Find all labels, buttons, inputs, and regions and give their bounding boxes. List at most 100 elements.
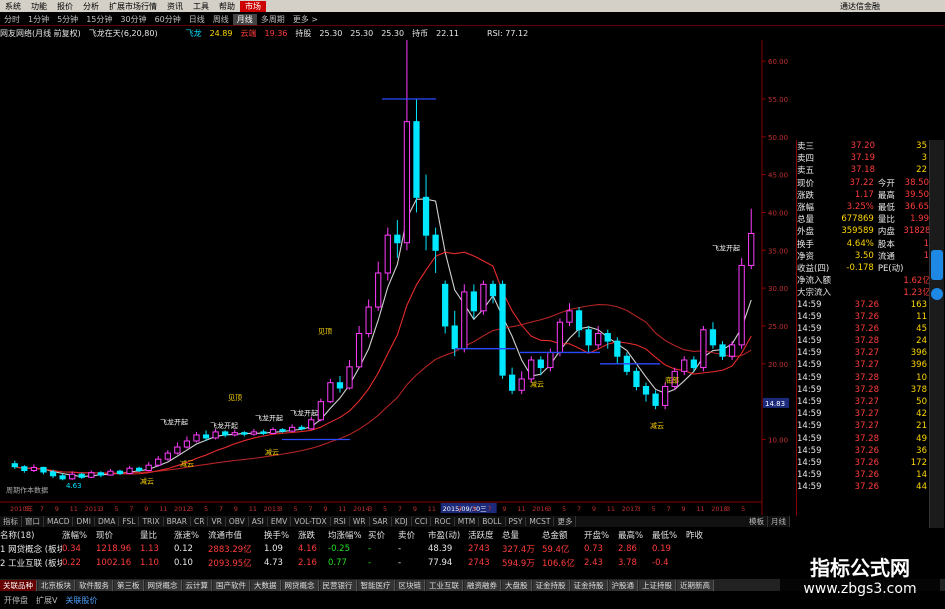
template-button[interactable]: 模板 bbox=[746, 516, 768, 527]
side-scrollbar[interactable] bbox=[929, 140, 944, 576]
indicator-tab[interactable]: MACD bbox=[44, 517, 74, 526]
indicator-tab[interactable]: ROC bbox=[431, 517, 455, 526]
status-item[interactable]: 关联股价 bbox=[61, 595, 101, 606]
table-header-cell[interactable]: 买价 bbox=[368, 529, 398, 541]
sector-tab[interactable]: 大数据 bbox=[251, 579, 281, 591]
menu-item-market[interactable]: 市场 bbox=[240, 0, 266, 12]
menu-item-quote[interactable]: 报价 bbox=[52, 1, 78, 12]
sector-tab[interactable]: 近期新高 bbox=[677, 579, 714, 591]
indicator-tab[interactable]: BRAR bbox=[164, 517, 192, 526]
period-tab[interactable]: 15分钟 bbox=[82, 14, 116, 25]
status-item[interactable]: 扩展V bbox=[32, 595, 61, 606]
indicator-tab[interactable]: EMV bbox=[268, 517, 292, 526]
sector-tab[interactable]: 民营银行 bbox=[319, 579, 357, 591]
sector-tab[interactable]: 北京板块 bbox=[38, 579, 75, 591]
table-header-cell[interactable]: 量比 bbox=[140, 529, 174, 541]
table-header-cell[interactable]: 市盈(动) bbox=[428, 529, 468, 541]
menu-item-analysis[interactable]: 分析 bbox=[78, 1, 104, 12]
sector-tab[interactable]: 关联品种 bbox=[0, 579, 37, 591]
sector-tab[interactable]: 软件服务 bbox=[76, 579, 113, 591]
table-header-cell[interactable]: 现价 bbox=[96, 529, 140, 541]
x-tick-label: 11 bbox=[428, 505, 436, 513]
table-header-cell[interactable]: 均涨幅% bbox=[328, 529, 368, 541]
sector-tab[interactable]: 第三板 bbox=[114, 579, 144, 591]
table-header-cell[interactable]: 活跃度 bbox=[468, 529, 502, 541]
share-icon[interactable] bbox=[931, 288, 943, 300]
indicator-tab[interactable]: CCI bbox=[412, 517, 432, 526]
candlestick-chart[interactable]: 60.00 55.00 50.00 45.00 40.00 35.00 30.00 25.00… bbox=[0, 40, 790, 515]
indicator-tab[interactable]: ASI bbox=[249, 517, 268, 526]
indicator-tab[interactable]: VOL-TDX bbox=[291, 517, 331, 526]
menu-item-function[interactable]: 功能 bbox=[26, 1, 52, 12]
sector-tab[interactable]: 证金持股 bbox=[532, 579, 570, 591]
indicator-tab[interactable]: PSY bbox=[506, 517, 527, 526]
sector-tab[interactable]: 大盘股 bbox=[502, 579, 532, 591]
menu-item-help[interactable]: 帮助 bbox=[214, 1, 240, 12]
table-header-cell[interactable]: 开盘% bbox=[584, 529, 618, 541]
period-tab[interactable]: 5分钟 bbox=[53, 14, 82, 25]
table-header-cell[interactable]: 换手% bbox=[264, 529, 298, 541]
table-cell: 1.13 bbox=[140, 544, 159, 554]
period-tab[interactable]: 周线 bbox=[209, 14, 233, 25]
candle-body bbox=[489, 283, 497, 297]
indicator-tab[interactable]: OBV bbox=[226, 517, 249, 526]
table-header-cell[interactable]: 涨幅% bbox=[62, 529, 96, 541]
candle-body bbox=[308, 419, 315, 430]
sector-tab[interactable]: 区块链 bbox=[395, 579, 425, 591]
menu-item-info[interactable]: 资讯 bbox=[162, 1, 188, 12]
table-header-cell[interactable]: 流通市值 bbox=[208, 529, 264, 541]
indicator-tab[interactable]: KDJ bbox=[392, 517, 412, 526]
period-tab[interactable]: 1分钟 bbox=[24, 14, 53, 25]
sector-tab[interactable]: 智能医疗 bbox=[357, 579, 395, 591]
sector-tab[interactable]: 融资融券 bbox=[464, 579, 501, 591]
indicator-tab-more[interactable]: 更多 bbox=[554, 516, 577, 527]
table-header-cell[interactable]: 名称(18) bbox=[0, 529, 62, 541]
trade-row: 14:59 37.27 396 bbox=[797, 347, 929, 359]
indicator-tab[interactable]: FSL bbox=[119, 517, 140, 526]
period-tab[interactable]: 日线 bbox=[185, 14, 209, 25]
period-label[interactable]: 月线 bbox=[768, 516, 790, 527]
indicator-tab[interactable]: BOLL bbox=[479, 517, 506, 526]
period-tab[interactable]: 60分钟 bbox=[151, 14, 185, 25]
indicator-tab[interactable]: VR bbox=[208, 517, 226, 526]
sector-tab[interactable]: 网贷概念 bbox=[281, 579, 319, 591]
indicator-tab[interactable]: MCST bbox=[526, 517, 555, 526]
table-header-cell[interactable]: 最低% bbox=[652, 529, 686, 541]
status-item[interactable]: 开停盘 bbox=[0, 595, 32, 606]
period-tab[interactable]: 多周期 bbox=[257, 14, 289, 25]
indicator-tab[interactable]: 窗口 bbox=[22, 516, 44, 527]
indicator-tab[interactable]: DMA bbox=[95, 517, 120, 526]
indicator-tab[interactable]: RSI bbox=[331, 517, 350, 526]
sector-tab[interactable]: 证金持股 bbox=[570, 579, 608, 591]
indicator-tab[interactable]: TRIX bbox=[139, 517, 164, 526]
indicator-tab[interactable]: CR bbox=[191, 517, 209, 526]
indicator-tab[interactable]: 指标 bbox=[0, 516, 22, 527]
sector-tab[interactable]: 网贷概念 bbox=[144, 579, 182, 591]
menu-item-tools[interactable]: 工具 bbox=[188, 1, 214, 12]
sector-tab[interactable]: 上证持股 bbox=[639, 579, 676, 591]
period-tab[interactable]: 分时 bbox=[0, 14, 24, 25]
indicator-tab[interactable]: SAR bbox=[370, 517, 392, 526]
period-tab[interactable]: 30分钟 bbox=[116, 14, 150, 25]
table-header-cell[interactable]: 卖价 bbox=[398, 529, 428, 541]
indicator-tab[interactable]: WR bbox=[350, 517, 370, 526]
table-header-cell[interactable]: 总金额 bbox=[542, 529, 584, 541]
candle-body bbox=[69, 473, 76, 480]
menu-item-ext-market[interactable]: 扩展市场行情 bbox=[104, 1, 162, 12]
menu-item-system[interactable]: 系统 bbox=[0, 1, 26, 12]
table-header-cell[interactable]: 涨跌 bbox=[298, 529, 328, 541]
sector-tab[interactable]: 云计算 bbox=[182, 579, 212, 591]
period-tab-selected[interactable]: 月线 bbox=[232, 13, 257, 25]
table-header-cell[interactable]: 最高% bbox=[618, 529, 652, 541]
indicator-tab[interactable]: MTM bbox=[455, 517, 480, 526]
table-header-cell[interactable]: 昨收 bbox=[686, 529, 714, 541]
x-tick-label: 3 bbox=[726, 505, 730, 513]
period-tab[interactable]: 更多 > bbox=[289, 14, 322, 25]
sector-tab[interactable]: 国产软件 bbox=[213, 579, 250, 591]
indicator-tab[interactable]: DMI bbox=[73, 517, 95, 526]
table-header-cell[interactable]: 总量 bbox=[502, 529, 542, 541]
table-cell: 2883.29亿 bbox=[208, 545, 252, 555]
sector-tab[interactable]: 工业互联 bbox=[426, 579, 463, 591]
sector-tab[interactable]: 沪股通 bbox=[608, 579, 638, 591]
table-header-cell[interactable]: 涨速% bbox=[174, 529, 208, 541]
